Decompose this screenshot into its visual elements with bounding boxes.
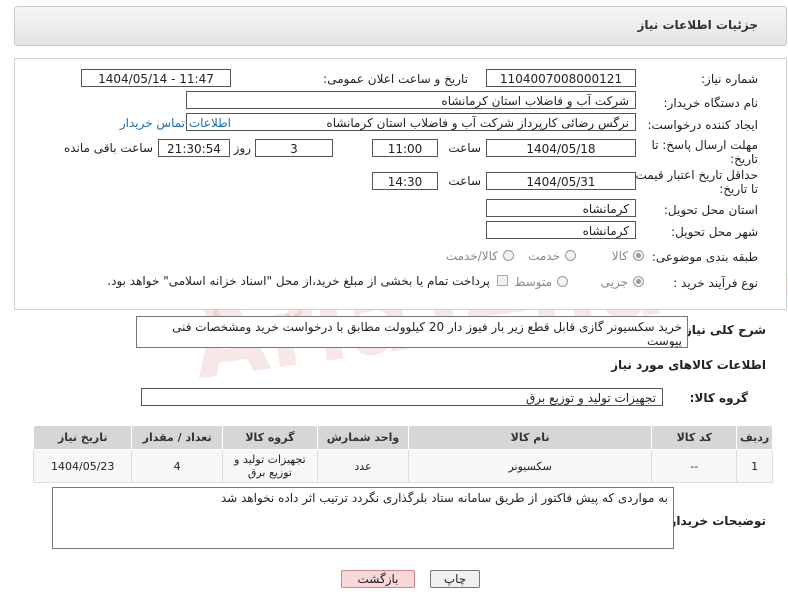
items-table-header: ردیف کد کالا نام کالا واحد شمارش گروه کا… bbox=[32, 425, 773, 450]
cell-quantity: 4 bbox=[131, 449, 223, 483]
col-date: تاریخ نیاز bbox=[32, 425, 133, 450]
treasury-payment-checkbox[interactable] bbox=[497, 275, 508, 286]
price-validity-time-field: 14:30 bbox=[372, 172, 438, 190]
cell-unit: عدد bbox=[317, 449, 409, 483]
col-group: گروه کالا bbox=[221, 425, 319, 450]
treasury-payment-note: پرداخت تمام یا بخشی از مبلغ خرید،از محل … bbox=[107, 274, 490, 288]
buyer-org-label: نام دستگاه خریدار: bbox=[663, 96, 759, 110]
category-goods-service-label: کالا/خدمت bbox=[445, 249, 498, 263]
cell-code: -- bbox=[651, 449, 738, 483]
description-field: خرید سکسیونر گازی قابل قطع زیر بار فیوز … bbox=[136, 316, 688, 348]
description-label: شرح کلی نیاز: bbox=[680, 323, 766, 337]
page-title: جزئیات اطلاعات نیاز bbox=[637, 18, 758, 32]
purchase-medium-label: متوسط bbox=[514, 275, 552, 289]
price-validity-date-field: 1404/05/31 bbox=[486, 172, 636, 190]
need-number-label: شماره نیاز: bbox=[701, 72, 758, 86]
announce-datetime-field: 1404/05/14 - 11:47 bbox=[81, 69, 231, 87]
col-code: کد کالا bbox=[651, 425, 738, 450]
price-validity-label: حداقل تاریخ اعتبار قیمت: bbox=[631, 168, 758, 182]
deadline-label: مهلت ارسال پاسخ: تا bbox=[651, 138, 758, 152]
purchase-type-label: نوع فرآیند خرید : bbox=[673, 276, 758, 290]
cell-date: 1404/05/23 bbox=[32, 449, 133, 483]
cell-name: سکسیونر bbox=[407, 449, 653, 483]
deadline-date-field: 1404/05/18 bbox=[486, 139, 636, 157]
buyer-contact-link[interactable]: اطلاعات تماس خریدار bbox=[120, 116, 231, 130]
table-row: 1 -- سکسیونر عدد تجهیزات تولید و توزیع ب… bbox=[32, 449, 773, 483]
col-row: ردیف bbox=[736, 425, 773, 450]
creator-label: ایجاد کننده درخواست: bbox=[647, 118, 758, 132]
item-group-field: تجهیزات تولید و توزیع برق bbox=[141, 388, 663, 406]
buyer-notes-label: توضیحات خریدار: bbox=[664, 514, 766, 528]
cell-group: تجهیزات تولید و توزیع برق bbox=[221, 449, 319, 483]
deadline-time-field: 11:00 bbox=[372, 139, 438, 157]
col-unit: واحد شمارش bbox=[317, 425, 409, 450]
cell-row: 1 bbox=[736, 449, 773, 483]
print-button[interactable]: چاپ bbox=[430, 570, 480, 588]
price-validity-date-label: تا تاریخ: bbox=[719, 182, 758, 196]
category-service-radio[interactable] bbox=[565, 250, 576, 261]
item-group-label: گروه کالا: bbox=[689, 391, 748, 405]
days-remaining-field: 3 bbox=[255, 139, 333, 157]
deadline-date-label: تاریخ: bbox=[730, 152, 758, 166]
need-number-field: 1104007008000121 bbox=[486, 69, 636, 87]
creator-field: نرگس رضائی کارپرداز شرکت آب و فاضلاب است… bbox=[186, 113, 636, 131]
category-goods-service-radio[interactable] bbox=[503, 250, 514, 261]
category-goods-label: کالا bbox=[611, 249, 628, 263]
announce-label: تاریخ و ساعت اعلان عمومی: bbox=[323, 72, 468, 86]
purchase-medium-radio[interactable] bbox=[557, 276, 568, 287]
remaining-time-field: 21:30:54 bbox=[158, 139, 230, 157]
city-field: کرمانشاه bbox=[486, 221, 636, 239]
category-goods-radio[interactable] bbox=[633, 250, 644, 261]
back-button[interactable]: بازگشت bbox=[341, 570, 415, 588]
col-name: نام کالا bbox=[407, 425, 653, 450]
remaining-label: ساعت باقی مانده bbox=[63, 141, 153, 155]
buyer-org-field: شرکت آب و فاضلاب استان کرمانشاه bbox=[186, 91, 636, 109]
items-table: ردیف کد کالا نام کالا واحد شمارش گروه کا… bbox=[32, 425, 773, 483]
purchase-minor-radio[interactable] bbox=[633, 276, 644, 287]
category-label: طبقه بندی موضوعی: bbox=[651, 250, 758, 264]
page-header: جزئیات اطلاعات نیاز bbox=[14, 6, 787, 46]
buyer-notes-field: به مواردی که پیش فاکتور از طریق سامانه س… bbox=[52, 487, 674, 549]
purchase-minor-label: جزیی bbox=[600, 275, 628, 289]
city-label: شهر محل تحویل: bbox=[671, 225, 758, 239]
category-service-label: خدمت bbox=[528, 249, 560, 263]
col-quantity: تعداد / مقدار bbox=[131, 425, 223, 450]
items-section-title: اطلاعات کالاهای مورد نیاز bbox=[611, 358, 766, 372]
price-time-label: ساعت bbox=[448, 174, 481, 188]
province-field: کرمانشاه bbox=[486, 199, 636, 217]
deadline-time-label: ساعت bbox=[448, 141, 481, 155]
province-label: استان محل تحویل: bbox=[663, 203, 758, 217]
